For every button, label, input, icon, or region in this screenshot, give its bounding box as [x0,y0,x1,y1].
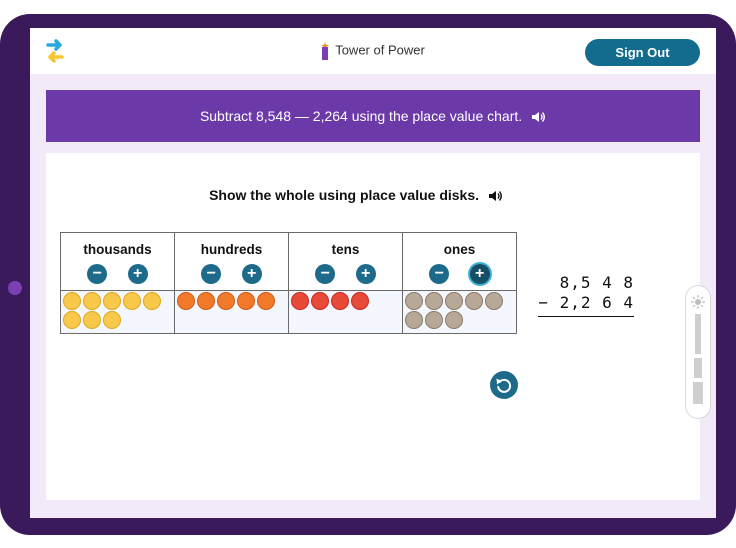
home-button[interactable] [8,281,22,295]
place-value-disk[interactable] [291,292,309,310]
disk-cell-thousands[interactable] [60,290,175,334]
answer-line [538,316,634,317]
place-value-disk[interactable] [445,292,463,310]
column-label: hundreds [200,242,263,257]
app-title-text: Tower of Power [335,42,425,58]
instruction: Show the whole using place value disks. [46,187,666,203]
place-value-disk[interactable] [143,292,161,310]
plus-ones-button[interactable]: + [469,264,490,284]
place-value-disk[interactable] [485,292,503,310]
minus-hundreds-button[interactable]: − [201,264,222,284]
column-label: ones [443,242,476,257]
place-value-disk[interactable] [83,311,101,329]
tower-progress-widget [686,286,710,418]
plus-hundreds-button[interactable]: + [241,264,262,284]
place-value-disk[interactable] [217,292,235,310]
place-value-disk[interactable] [257,292,275,310]
place-value-disk[interactable] [425,292,443,310]
question-banner: Subtract 8,548 — 2,264 using the place v… [46,90,700,142]
question-text: Subtract 8,548 — 2,264 using the place v… [199,108,523,124]
minus-tens-button[interactable]: − [315,264,336,284]
tower-progress-icon [691,295,705,404]
reset-button[interactable] [490,371,518,399]
app-screen: Tower of Power Sign Out Subtract 8,548 —… [30,28,716,518]
place-value-disk[interactable] [405,311,423,329]
column-thousands: thousands − + [60,232,175,291]
place-value-disk[interactable] [63,311,81,329]
place-value-disk[interactable] [197,292,215,310]
place-value-disk[interactable] [311,292,329,310]
speaker-icon[interactable] [488,190,503,202]
place-value-disk[interactable] [425,311,443,329]
sign-out-button[interactable]: Sign Out [585,39,700,66]
place-value-disk[interactable] [63,292,81,310]
place-value-disk[interactable] [177,292,195,310]
place-value-disk[interactable] [445,311,463,329]
plus-thousands-button[interactable]: + [127,264,148,284]
disk-cell-tens[interactable] [288,290,403,334]
place-value-disk[interactable] [351,292,369,310]
plus-tens-button[interactable]: + [355,264,376,284]
disk-cell-hundreds[interactable] [174,290,289,334]
minus-thousands-button[interactable]: − [87,264,108,284]
workspace-card: Show the whole using place value disks. … [46,153,710,500]
column-label: thousands [83,242,152,257]
minuend: 8,5 4 8 [559,273,634,292]
disk-cell-ones[interactable] [402,290,517,334]
place-value-chart: thousands − + hundreds − + tens − + ones… [60,232,517,334]
column-hundreds: hundreds − + [174,232,289,291]
place-value-disk[interactable] [331,292,349,310]
tower-icon [321,42,330,60]
column-label: tens [331,242,360,257]
place-value-disk[interactable] [465,292,483,310]
column-ones: ones − + [402,232,517,291]
speaker-icon[interactable] [532,111,546,123]
place-value-disk[interactable] [237,292,255,310]
subtrahend: − 2,2 6 4 [538,293,634,312]
minus-ones-button[interactable]: − [429,264,450,284]
place-value-disk[interactable] [103,292,121,310]
chart-header-row: thousands − + hundreds − + tens − + ones… [60,232,517,291]
place-value-disk[interactable] [83,292,101,310]
top-bar: Tower of Power Sign Out [30,28,716,74]
column-tens: tens − + [288,232,403,291]
place-value-disk[interactable] [123,292,141,310]
place-value-disk[interactable] [103,311,121,329]
subtraction-problem: 8,5 4 8 − 2,2 6 4 [538,273,634,317]
chart-disk-row [60,290,517,334]
instruction-text: Show the whole using place value disks. [209,187,480,203]
place-value-disk[interactable] [405,292,423,310]
reset-icon [496,378,512,393]
